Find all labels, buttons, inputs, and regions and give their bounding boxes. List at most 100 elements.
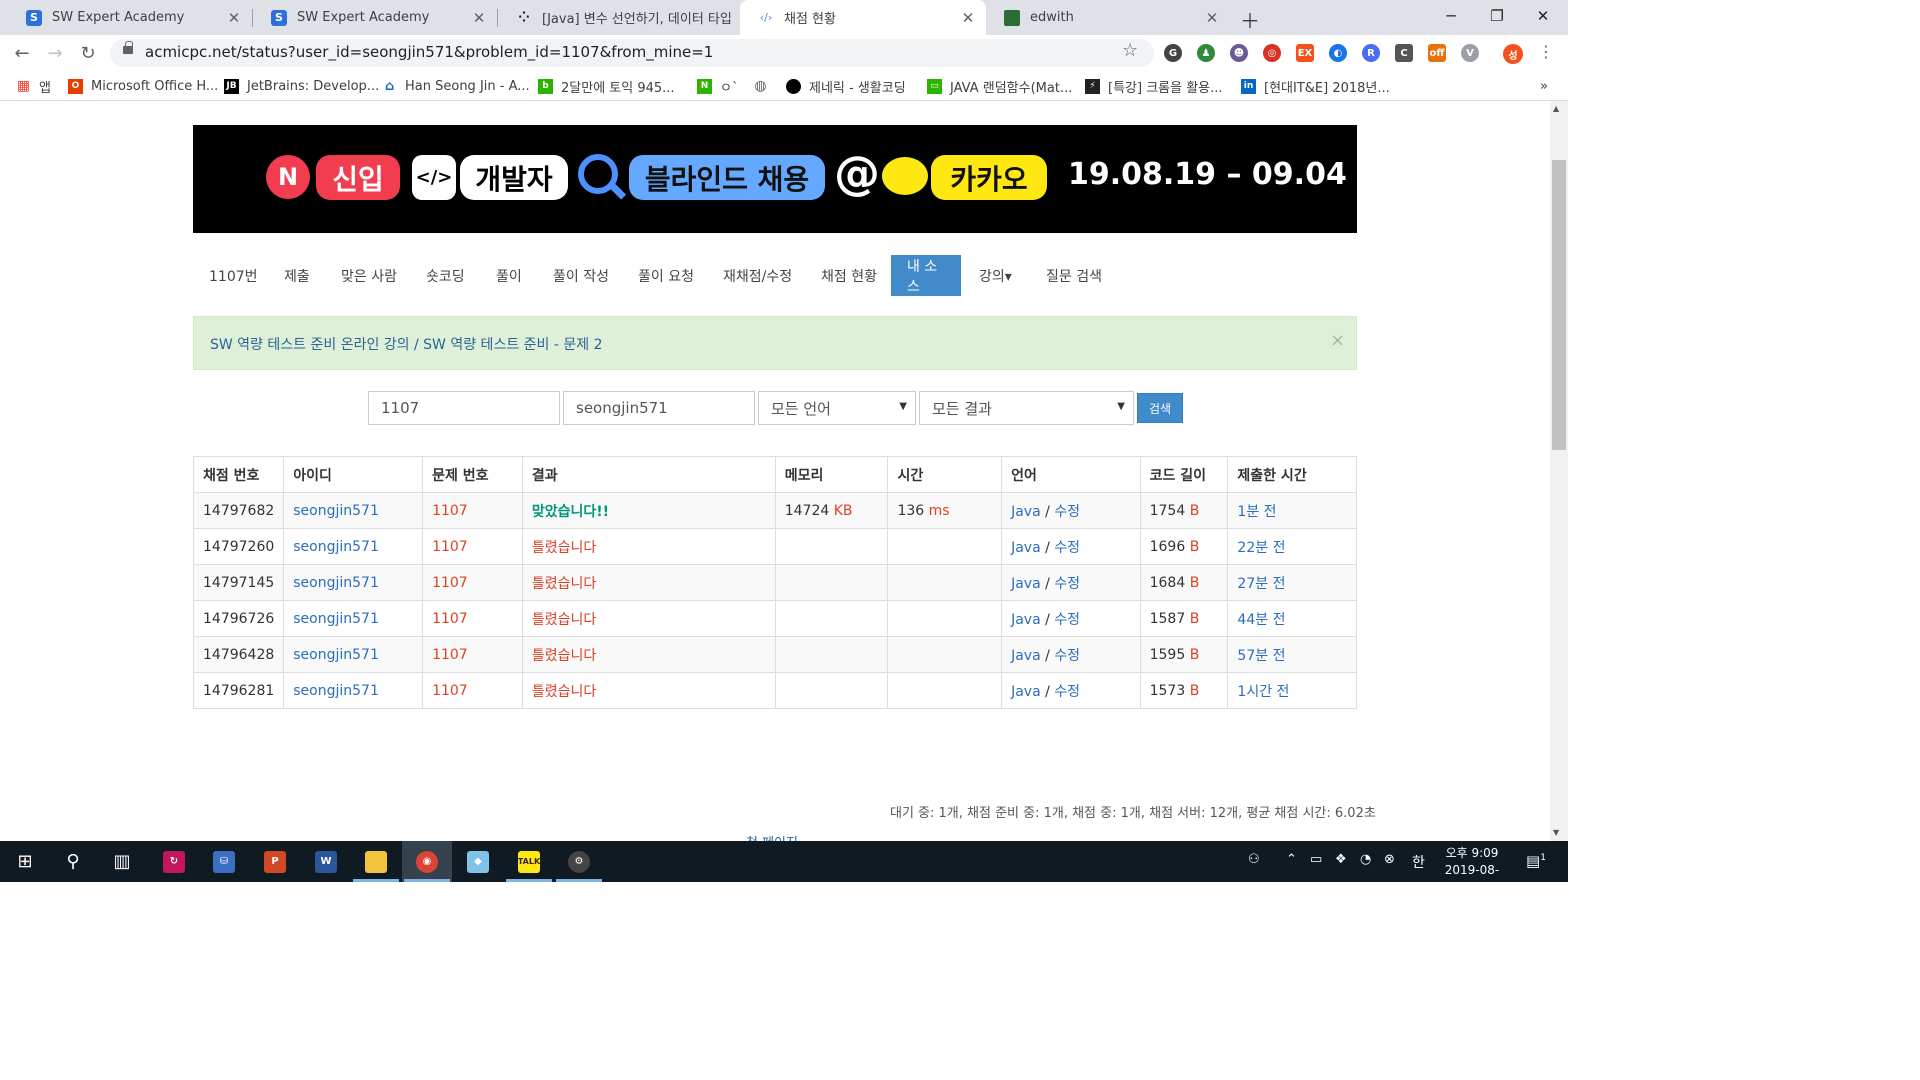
taskbar-app[interactable]: ◆ xyxy=(453,841,503,882)
bookmark-item[interactable]: ◍ xyxy=(753,76,776,96)
bookmark-item[interactable]: ▭ JAVA 랜덤함수(Mat... xyxy=(927,76,1072,96)
nav-my-source[interactable]: 내 소스 xyxy=(891,255,961,296)
problem-link[interactable]: 1107 xyxy=(432,503,468,519)
submitted-time-link[interactable]: 44분 전 xyxy=(1237,612,1285,628)
edit-link[interactable]: 수정 xyxy=(1054,648,1080,664)
bookmark-item[interactable]: JB JetBrains: Develop... xyxy=(224,76,379,96)
extension-icon[interactable]: ◎ xyxy=(1263,44,1281,62)
nav-rejudge[interactable]: 재채점/수정 xyxy=(707,255,808,296)
submitted-time-link[interactable]: 22분 전 xyxy=(1237,540,1285,556)
nav-status[interactable]: 채점 현황 xyxy=(805,255,893,296)
taskbar-app-active[interactable]: ◉ xyxy=(402,841,452,882)
lecture-link[interactable]: SW 역량 테스트 준비 온라인 강의 xyxy=(210,337,410,353)
result-text[interactable]: 틀렸습니다 xyxy=(532,540,596,556)
problem-link[interactable]: 1107 xyxy=(432,539,468,555)
taskbar-app[interactable]: ⚙ xyxy=(554,841,604,882)
edit-link[interactable]: 수정 xyxy=(1054,612,1080,628)
user-link[interactable]: seongjin571 xyxy=(293,611,379,627)
browser-tab[interactable]: ⁘ [Java] 변수 선언하기, 데이터 타입 xyxy=(498,0,740,35)
submitted-time-link[interactable]: 1분 전 xyxy=(1237,504,1276,520)
submitted-time-link[interactable]: 57분 전 xyxy=(1237,648,1285,664)
extension-icon[interactable]: G xyxy=(1164,44,1182,62)
edit-link[interactable]: 수정 xyxy=(1054,684,1080,700)
extension-icon[interactable]: ♟ xyxy=(1197,44,1215,62)
dropbox-icon[interactable]: ❖ xyxy=(1335,852,1347,867)
alert-close-button[interactable]: × xyxy=(1330,330,1345,351)
first-page-link[interactable]: 첫 페이지 xyxy=(746,832,798,841)
close-tab-icon[interactable]: ✕ xyxy=(1202,9,1222,27)
edit-link[interactable]: 수정 xyxy=(1054,540,1080,556)
maximize-button[interactable]: ❐ xyxy=(1474,0,1520,32)
back-button[interactable]: ← xyxy=(6,35,38,71)
task-view-icon[interactable]: ▥ xyxy=(97,841,147,882)
notification-icon[interactable]: ▤1 xyxy=(1526,852,1546,870)
bookmark-item[interactable]: O Microsoft Office H... xyxy=(68,76,218,96)
problem-link[interactable]: 1107 xyxy=(432,575,468,591)
nav-short-coding[interactable]: 숏코딩 xyxy=(410,255,481,296)
battery-icon[interactable]: ▭ xyxy=(1310,852,1322,867)
result-text[interactable]: 맞았습니다!! xyxy=(532,504,609,520)
browser-tab[interactable]: S SW Expert Academy ✕ xyxy=(8,0,252,35)
extension-icon[interactable]: EX xyxy=(1296,44,1314,62)
url-text[interactable]: acmicpc.net/status?user_id=seongjin571&p… xyxy=(145,43,713,61)
user-link[interactable]: seongjin571 xyxy=(293,683,379,699)
user-link[interactable]: seongjin571 xyxy=(293,503,379,519)
nav-request-solution[interactable]: 풀이 요청 xyxy=(622,255,710,296)
extension-icon[interactable]: V xyxy=(1461,44,1479,62)
bookmarks-more-button[interactable]: » xyxy=(1540,76,1548,96)
close-window-button[interactable]: ✕ xyxy=(1520,0,1566,32)
taskbar-app[interactable]: P xyxy=(250,841,300,882)
submitted-time-link[interactable]: 27분 전 xyxy=(1237,576,1285,592)
extension-icon[interactable]: C xyxy=(1395,44,1413,62)
nav-problem[interactable]: 1107번 xyxy=(193,255,274,296)
extension-icon[interactable]: R xyxy=(1362,44,1380,62)
minimize-button[interactable]: ─ xyxy=(1428,0,1474,32)
bookmark-item[interactable]: ⌂ Han Seong Jin - A... xyxy=(382,76,530,96)
user-link[interactable]: seongjin571 xyxy=(293,647,379,663)
windows-start-icon[interactable]: ⊞ xyxy=(0,841,50,882)
nav-submit[interactable]: 제출 xyxy=(268,255,326,296)
taskbar-app[interactable]: TALK xyxy=(504,841,554,882)
result-select[interactable]: 모든 결과 ▼ xyxy=(919,391,1134,425)
new-tab-button[interactable]: ＋ xyxy=(1240,5,1260,34)
chevron-up-icon[interactable]: ⌃ xyxy=(1286,852,1297,867)
language-link[interactable]: Java xyxy=(1011,612,1041,628)
nav-correct-users[interactable]: 맞은 사람 xyxy=(325,255,413,296)
extension-icon[interactable]: ☻ xyxy=(1230,44,1248,62)
bookmark-item[interactable]: in [현대IT&E] 2018년... xyxy=(1241,76,1390,96)
edit-link[interactable]: 수정 xyxy=(1054,576,1080,592)
browser-tab[interactable]: edwith ✕ xyxy=(986,0,1230,35)
problem-id-input[interactable]: 1107 xyxy=(368,391,560,425)
close-tab-icon[interactable]: ✕ xyxy=(469,9,489,27)
result-text[interactable]: 틀렸습니다 xyxy=(532,612,596,628)
taskbar-app[interactable]: ⛁ xyxy=(199,841,249,882)
close-tab-icon[interactable]: ✕ xyxy=(958,9,978,27)
menu-kebab-icon[interactable]: ⋮ xyxy=(1538,42,1554,61)
language-link[interactable]: Java xyxy=(1011,648,1041,664)
result-text[interactable]: 틀렸습니다 xyxy=(532,648,596,664)
bookmark-star-icon[interactable]: ☆ xyxy=(1122,40,1138,61)
forward-button[interactable]: → xyxy=(39,35,71,71)
bookmark-item[interactable]: 제네릭 - 생활코딩 xyxy=(786,76,906,96)
nav-lecture-dropdown[interactable]: 강의▾ xyxy=(963,255,1028,296)
bookmark-item[interactable]: ⚡ [특강] 크롬을 활용... xyxy=(1085,76,1223,96)
language-select[interactable]: 모든 언어 ▼ xyxy=(758,391,916,425)
taskbar-app[interactable]: W xyxy=(301,841,351,882)
user-id-input[interactable]: seongjin571 xyxy=(563,391,755,425)
language-link[interactable]: Java xyxy=(1011,504,1041,520)
extension-icon[interactable]: ◐ xyxy=(1329,44,1347,62)
system-clock[interactable]: 오후 9:09 2019-08-26 xyxy=(1440,845,1504,896)
problem-link[interactable]: 1107 xyxy=(432,647,468,663)
result-text[interactable]: 틀렸습니다 xyxy=(532,684,596,700)
user-link[interactable]: seongjin571 xyxy=(293,575,379,591)
wifi-icon[interactable]: ◔ xyxy=(1360,852,1371,867)
submitted-time-link[interactable]: 1시간 전 xyxy=(1237,684,1289,700)
result-text[interactable]: 틀렸습니다 xyxy=(532,576,596,592)
extension-icon[interactable]: off xyxy=(1428,44,1446,62)
user-link[interactable]: seongjin571 xyxy=(293,539,379,555)
scroll-up-arrow[interactable]: ▲ xyxy=(1553,104,1559,113)
reload-button[interactable]: ↻ xyxy=(72,35,104,71)
nav-question-search[interactable]: 질문 검색 xyxy=(1030,255,1118,296)
close-tab-icon[interactable]: ✕ xyxy=(224,9,244,27)
problem-link[interactable]: 1107 xyxy=(432,683,468,699)
